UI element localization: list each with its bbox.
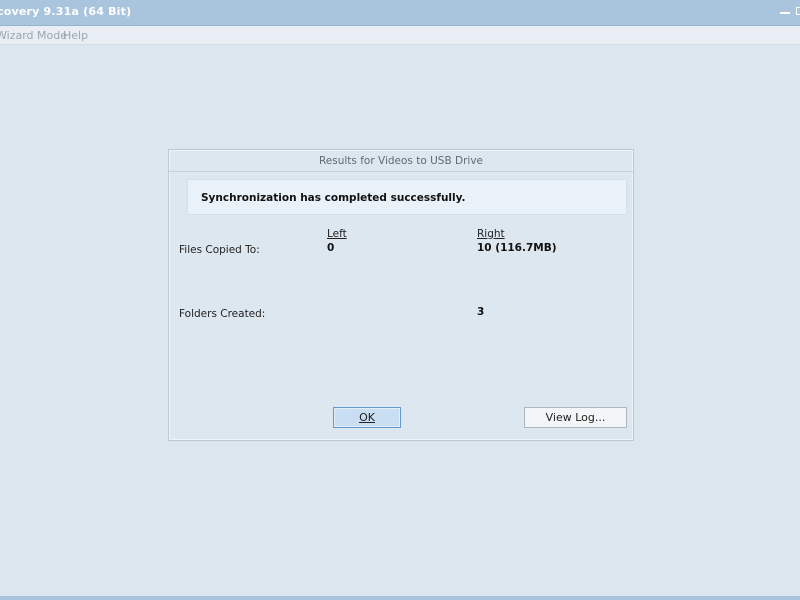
minimize-icon[interactable] xyxy=(780,12,790,14)
files-copied-label: Files Copied To: xyxy=(179,244,260,256)
files-copied-right-value: 10 (116.7MB) xyxy=(477,242,557,254)
title-bar[interactable]: covery 9.31a (64 Bit) xyxy=(0,0,800,26)
completion-message: Synchronization has completed successful… xyxy=(201,192,466,204)
menu-item-help[interactable]: Help xyxy=(63,29,88,42)
window-title: covery 9.31a (64 Bit) xyxy=(0,5,132,18)
bottom-edge xyxy=(0,596,800,600)
files-copied-left-value: 0 xyxy=(327,242,335,254)
dialog-title: Results for Videos to USB Drive xyxy=(169,150,633,172)
column-header-right: Right xyxy=(477,228,505,240)
ok-button[interactable]: OK xyxy=(333,407,401,428)
maximize-icon[interactable] xyxy=(796,7,800,15)
window-controls[interactable] xyxy=(778,3,800,21)
ok-button-label: OK xyxy=(359,411,375,424)
menu-item-wizard-mode[interactable]: Wizard Mode xyxy=(0,29,67,42)
message-panel: Synchronization has completed successful… xyxy=(187,179,627,215)
menu-bar: Wizard Mode Help xyxy=(0,26,800,45)
folders-created-right-value: 3 xyxy=(477,306,485,318)
folders-created-label: Folders Created: xyxy=(179,308,266,320)
column-header-left: Left xyxy=(327,228,347,240)
view-log-button[interactable]: View Log... xyxy=(524,407,627,428)
results-dialog: Results for Videos to USB Drive Synchron… xyxy=(168,149,634,441)
